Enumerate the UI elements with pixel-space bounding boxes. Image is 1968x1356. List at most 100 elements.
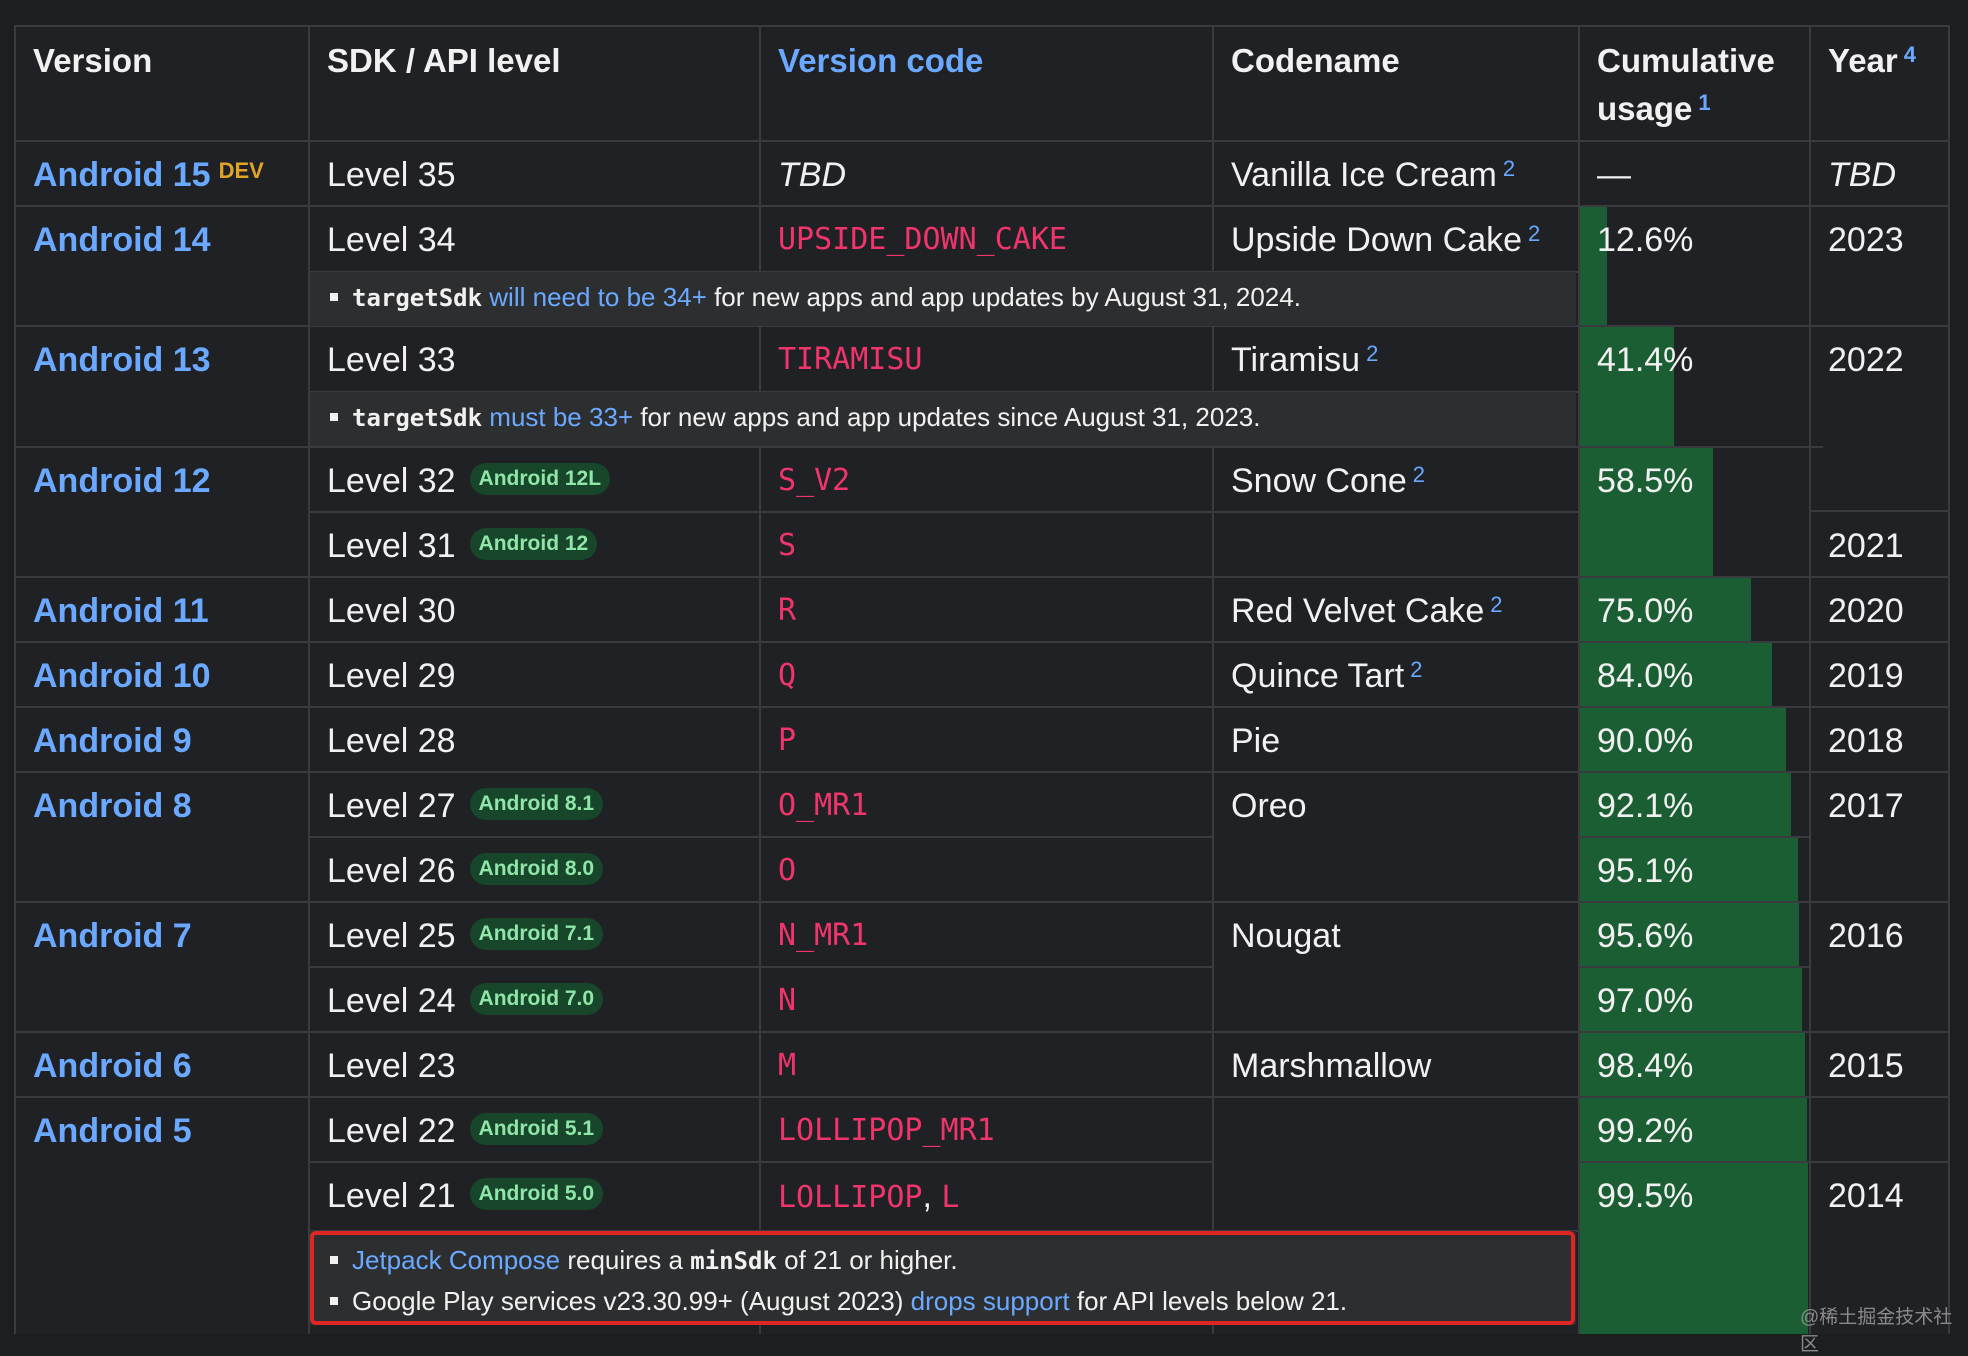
version-badge: Android 5.0: [469, 1178, 604, 1211]
header-version: Version: [33, 42, 153, 79]
version-code[interactable]: UPSIDE_DOWN_CAKE: [759, 206, 1086, 260]
codename: Pie: [1231, 722, 1281, 760]
note-android-14: targetSdk will need to be 34+ for new ap…: [310, 272, 1576, 326]
version-link-android-10[interactable]: Android 10: [33, 657, 211, 695]
version-link-android-13[interactable]: Android 13: [33, 341, 211, 379]
version-code[interactable]: N: [759, 967, 815, 1021]
codename: Quince Tart 2: [1231, 657, 1423, 695]
version-code[interactable]: LOLLIPOP_MR1: [759, 1097, 1014, 1151]
year: 2014: [1828, 1177, 1904, 1215]
version-code[interactable]: M: [759, 1032, 815, 1086]
year: 2017: [1828, 787, 1904, 825]
usage-value: 41.4%: [1597, 341, 1694, 379]
api-level: Level 29: [327, 657, 456, 695]
version-badge: Android 12: [469, 528, 598, 561]
version-code[interactable]: O: [759, 837, 815, 891]
version-link-android-14[interactable]: Android 14: [33, 221, 211, 259]
api-level: Level 32 Android 12L: [308, 447, 629, 501]
year: 2023: [1828, 221, 1904, 259]
version-link-android-5[interactable]: Android 5: [33, 1112, 192, 1150]
version-code-lollipop[interactable]: LOLLIPOP: [778, 1180, 923, 1215]
api-level: Level 22 Android 5.1: [308, 1097, 622, 1151]
version-badge: Android 12L: [469, 463, 611, 496]
grid-line: [1948, 25, 1950, 1334]
year: 2022: [1828, 341, 1904, 379]
api-level: Level 33: [327, 341, 456, 379]
usage-value: 95.6%: [1597, 917, 1694, 955]
version-link-android-9[interactable]: Android 9: [33, 722, 192, 760]
version-code-l[interactable]: L: [941, 1180, 959, 1215]
usage-value: 98.4%: [1597, 1047, 1694, 1085]
version-code[interactable]: Q: [759, 642, 815, 696]
codename: Vanilla Ice Cream 2: [1231, 156, 1516, 194]
version-link-android-12[interactable]: Android 12: [33, 462, 211, 500]
codename-ref[interactable]: 2: [1413, 462, 1425, 487]
codename-ref[interactable]: 2: [1366, 341, 1378, 366]
version-code[interactable]: P: [759, 707, 815, 761]
grid-line: [14, 446, 1823, 448]
header-version-code[interactable]: Version code: [759, 25, 1212, 141]
version-link-android-7[interactable]: Android 7: [33, 917, 192, 955]
year: 2021: [1828, 527, 1904, 565]
version-link-android-15[interactable]: Android 15: [33, 156, 211, 194]
bullet-icon: [330, 293, 338, 301]
api-level: Level 26 Android 8.0: [308, 837, 622, 891]
table-row-android-8: Android 8: [14, 772, 211, 826]
version-badge: Android 8.1: [469, 788, 604, 821]
version-badge: Android 7.0: [469, 983, 604, 1016]
api-level: Level 21 Android 5.0: [308, 1162, 622, 1216]
codename: Snow Cone 2: [1231, 462, 1426, 500]
year-footnote-ref[interactable]: 4: [1904, 42, 1916, 67]
highlight-box: [310, 1231, 1575, 1325]
year: TBD: [1828, 156, 1896, 194]
table-row-android-6: Android 6: [14, 1032, 211, 1086]
api-level: Level 25 Android 7.1: [308, 902, 622, 956]
table-row-android-12: Android 12: [14, 447, 230, 501]
header-cumulative-usage: Cumulative usage 1: [1597, 42, 1775, 127]
codename-ref[interactable]: 2: [1490, 592, 1502, 617]
codename-ref[interactable]: 2: [1410, 657, 1422, 682]
version-code[interactable]: R: [759, 577, 815, 631]
year: 2016: [1828, 917, 1904, 955]
year: 2019: [1828, 657, 1904, 695]
version-link-android-11[interactable]: Android 11: [33, 592, 209, 630]
api-level: Level 34: [327, 221, 456, 259]
target-sdk-link[interactable]: will need to be 34+: [489, 282, 707, 312]
version-badge: Android 8.0: [469, 853, 604, 886]
table-row-android-9: Android 9: [14, 707, 211, 761]
codename-ref[interactable]: 2: [1503, 156, 1515, 181]
watermark: @稀土掘金技术社区: [1800, 1307, 1953, 1355]
dev-badge: DEV: [218, 158, 264, 183]
codename-ref[interactable]: 2: [1528, 221, 1540, 246]
api-level: Level 31 Android 12: [308, 512, 616, 566]
version-code[interactable]: O_MR1: [759, 772, 887, 826]
codename: Oreo: [1231, 787, 1307, 825]
usage-footnote-ref[interactable]: 1: [1698, 90, 1710, 115]
header-year: Year 4: [1828, 42, 1916, 79]
codename: Marshmallow: [1231, 1047, 1432, 1085]
header-codename: Codename: [1231, 42, 1400, 79]
version-code[interactable]: TIRAMISU: [759, 326, 942, 380]
version-badge: Android 7.1: [469, 918, 604, 951]
bullet-icon: [330, 413, 338, 421]
version-badge: Android 5.1: [469, 1113, 604, 1146]
version-code[interactable]: N_MR1: [759, 902, 887, 956]
usage-value: —: [1597, 156, 1631, 194]
usage-value: 97.0%: [1597, 982, 1694, 1020]
version-code[interactable]: S_V2: [759, 447, 869, 501]
api-level: Level 30: [327, 592, 456, 630]
usage-value: 99.5%: [1597, 1177, 1694, 1215]
version-code[interactable]: S: [759, 512, 815, 566]
codename: Upside Down Cake 2: [1231, 221, 1541, 259]
note-android-13: targetSdk must be 33+ for new apps and a…: [310, 392, 1576, 446]
target-sdk-link[interactable]: must be 33+: [489, 402, 633, 432]
table-row-android-5: Android 5: [14, 1097, 211, 1151]
version-code: LOLLIPOP, L: [778, 1177, 960, 1215]
header-sdk: SDK / API level: [327, 42, 561, 79]
codename: [1212, 1097, 1250, 1111]
usage-value: 12.6%: [1597, 221, 1694, 259]
usage-value: 75.0%: [1597, 592, 1694, 630]
year: 2015: [1828, 1047, 1904, 1085]
version-link-android-8[interactable]: Android 8: [33, 787, 192, 825]
version-link-android-6[interactable]: Android 6: [33, 1047, 192, 1085]
